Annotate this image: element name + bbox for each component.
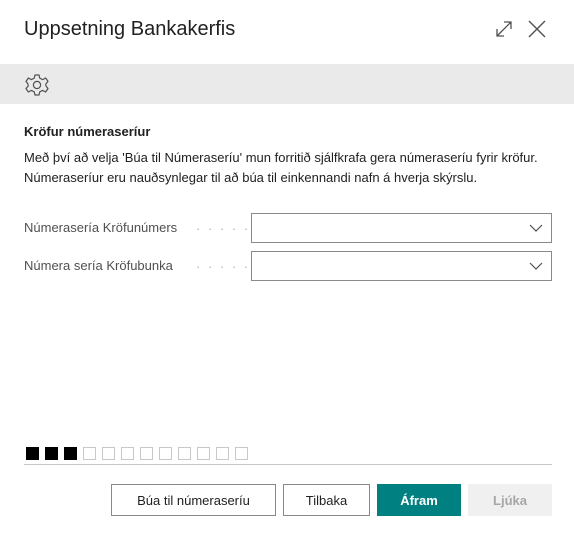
progress-step bbox=[102, 447, 115, 460]
chevron-down-icon bbox=[529, 224, 543, 232]
section-description: Með því að velja 'Búa til Númeraseríu' m… bbox=[24, 150, 538, 185]
progress-step bbox=[197, 447, 210, 460]
field-claim-number-series: Númerasería Kröfunúmers · · · · · · · · bbox=[24, 213, 552, 243]
progress-step bbox=[140, 447, 153, 460]
section-title: Kröfur númeraseríur bbox=[24, 124, 151, 139]
dialog-title: Uppsetning Bankakerfis bbox=[24, 18, 236, 40]
expand-button[interactable] bbox=[492, 17, 516, 41]
progress-step bbox=[178, 447, 191, 460]
back-button[interactable]: Tilbaka bbox=[283, 484, 370, 516]
gear-icon bbox=[25, 74, 49, 96]
next-button[interactable]: Áfram bbox=[377, 484, 461, 516]
footer-divider bbox=[24, 464, 552, 465]
progress-step bbox=[159, 447, 172, 460]
claim-number-series-select[interactable] bbox=[251, 213, 552, 243]
create-number-series-button[interactable]: Búa til númeraseríu bbox=[111, 484, 276, 516]
action-bar bbox=[0, 64, 574, 104]
claim-batch-number-series-select[interactable] bbox=[251, 251, 552, 281]
chevron-down-icon bbox=[529, 262, 543, 270]
field-label: Númerasería Kröfunúmers bbox=[24, 220, 178, 235]
expand-icon bbox=[496, 21, 512, 37]
close-icon bbox=[528, 20, 546, 38]
progress-step bbox=[83, 447, 96, 460]
progress-step bbox=[26, 447, 39, 460]
field-claim-batch-number-series: Númera sería Kröfubunka · · · · · · · · bbox=[24, 251, 552, 281]
progress-step bbox=[121, 447, 134, 460]
close-button[interactable] bbox=[525, 17, 549, 41]
progress-step bbox=[216, 447, 229, 460]
progress-step bbox=[45, 447, 58, 460]
field-label: Númera sería Kröfubunka bbox=[24, 258, 173, 273]
progress-step bbox=[235, 447, 248, 460]
progress-step bbox=[64, 447, 77, 460]
finish-button: Ljúka bbox=[468, 484, 552, 516]
setup-dialog: Uppsetning Bankakerfis Kröfur númeraserí… bbox=[0, 0, 574, 538]
settings-button[interactable] bbox=[24, 72, 50, 98]
